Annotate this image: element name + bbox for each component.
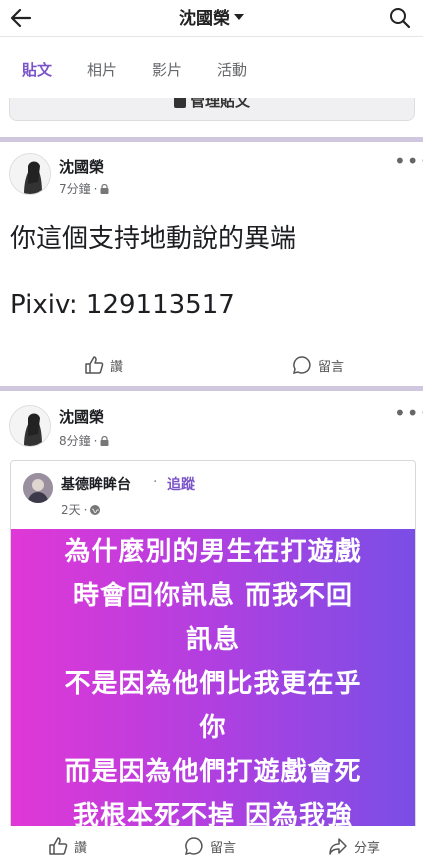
post-author[interactable]: 沈國榮 — [59, 156, 104, 177]
meme-text-line: 時會回你訊息 而我不回 — [72, 581, 354, 611]
tab-photos[interactable]: 相片 — [87, 59, 117, 80]
more-options-icon[interactable]: ••• — [394, 403, 423, 423]
search-icon — [390, 8, 411, 29]
post-meta: 7分鐘 · — [59, 180, 109, 197]
comment-button[interactable]: 留言 — [184, 836, 236, 856]
like-label: 讚 — [74, 840, 88, 856]
top-bar: 沈國榮 — [0, 0, 423, 36]
shared-post[interactable]: 基德眸眸台 · 追蹤 2天 · 為什麼別的男生在打遊戲 時會回你訊息 而我不回 訊… — [10, 460, 416, 842]
meme-text-line: 訊息 — [185, 625, 240, 655]
tab-events[interactable]: 活動 — [217, 59, 247, 80]
post-author[interactable]: 沈國榮 — [59, 406, 104, 427]
meme-text-line: 你 — [199, 713, 227, 743]
profile-tabs: 貼文 相片 影片 活動 — [0, 36, 423, 99]
comment-button[interactable]: 留言 — [292, 355, 344, 375]
share-button[interactable]: 分享 — [328, 836, 380, 856]
comment-label: 留言 — [318, 359, 345, 375]
globe-icon — [90, 504, 101, 515]
thumbs-up-icon — [85, 356, 104, 374]
shared-post-meta: 2天 · — [61, 501, 101, 518]
post-actions-bar: 讚 留言 分享 — [0, 826, 423, 860]
shared-page-avatar[interactable] — [23, 473, 53, 503]
meme-text-line: 不是因為他們比我更在乎 — [64, 669, 362, 699]
separator-dot: · — [153, 474, 158, 490]
avatar-illustration — [10, 154, 50, 194]
section-divider — [0, 137, 423, 142]
follow-button[interactable]: 追蹤 — [167, 474, 195, 494]
meme-text-line: 為什麼別的男生在打遊戲 — [64, 537, 362, 567]
manage-posts-label: 管理貼文 — [10, 98, 414, 111]
tab-videos[interactable]: 影片 — [152, 59, 182, 80]
comment-icon — [184, 837, 203, 856]
like-label: 讚 — [110, 359, 124, 375]
avatar-illustration — [10, 406, 50, 446]
tab-posts[interactable]: 貼文 — [22, 59, 52, 80]
avatar[interactable] — [9, 405, 51, 447]
caret-down-icon — [234, 13, 244, 20]
post-meta: 8分鐘 · — [59, 432, 109, 449]
thumbs-up-icon — [49, 837, 68, 855]
meme-text-line: 而是因為他們打遊戲會死 — [64, 757, 362, 787]
like-button[interactable]: 讚 — [84, 355, 123, 375]
lock-icon — [100, 435, 109, 446]
shared-page-name[interactable]: 基德眸眸台 — [61, 474, 131, 494]
like-button[interactable]: 讚 — [48, 836, 87, 856]
manage-posts-button[interactable]: 管理貼文 — [9, 98, 415, 121]
section-divider — [0, 386, 423, 391]
lock-icon — [100, 183, 109, 194]
page-title: 沈國榮 — [179, 9, 230, 29]
more-options-icon[interactable]: ••• — [394, 151, 423, 171]
share-icon — [329, 838, 347, 855]
comment-label: 留言 — [210, 840, 237, 856]
share-label: 分享 — [354, 840, 381, 856]
post-text-line: Pixiv: 129113517 — [10, 290, 235, 320]
page-title-dropdown[interactable]: 沈國榮 — [0, 4, 423, 29]
shared-avatar-illustration — [23, 473, 53, 503]
chat-icon — [173, 98, 186, 108]
avatar[interactable] — [9, 153, 51, 195]
post-text-line: 你這個支持地動說的異端 — [10, 224, 297, 254]
comment-icon — [292, 356, 311, 375]
meme-image[interactable]: 為什麼別的男生在打遊戲 時會回你訊息 而我不回 訊息 不是因為他們比我更在乎 你… — [11, 529, 415, 841]
search-button[interactable] — [387, 4, 413, 32]
